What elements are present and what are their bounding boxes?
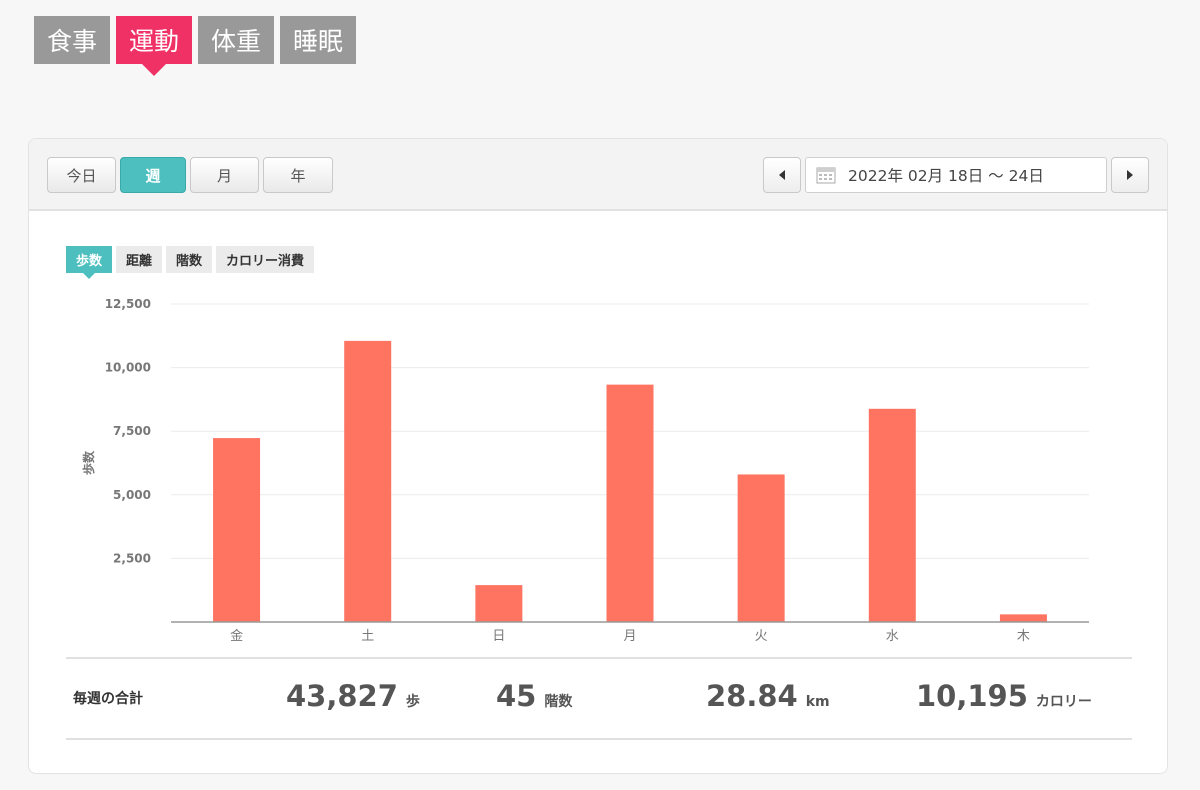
- period-today-button[interactable]: 今日: [47, 157, 116, 193]
- summary-calories-unit: カロリー: [1035, 694, 1092, 710]
- bar-5: [868, 408, 916, 622]
- tab-meal[interactable]: 食事: [34, 16, 111, 64]
- summary-distance-unit: km: [805, 694, 830, 710]
- date-range-picker[interactable]: 2022年 02月 18日 ～ 24日: [805, 157, 1107, 193]
- summary-floors-value: 45: [496, 679, 537, 713]
- summary-steps-value: 43,827: [286, 679, 398, 713]
- card-header: 今日 週 月 年 2022年 02月 18日 ～ 24日: [29, 139, 1167, 211]
- calendar-icon: [816, 167, 836, 184]
- x-tick-label: 土: [361, 629, 374, 644]
- metric-tabs: 歩数 距離 階数 カロリー消費: [66, 246, 315, 279]
- summary-floors: 45 階数: [496, 679, 572, 713]
- y-tick-label: 2,500: [113, 551, 151, 565]
- bar-1: [344, 340, 392, 622]
- y-tick-label: 12,500: [105, 297, 151, 311]
- bar-2: [475, 585, 523, 622]
- date-range-text: 2022年 02月 18日 ～ 24日: [848, 167, 1044, 185]
- previous-week-button[interactable]: [763, 157, 801, 193]
- summary-distance-value: 28.84: [706, 679, 798, 713]
- y-tick-label: 7,500: [113, 424, 151, 438]
- next-week-button[interactable]: [1111, 157, 1149, 193]
- tab-weight[interactable]: 体重: [198, 16, 275, 64]
- summary-calories: 10,195 カロリー: [916, 679, 1092, 713]
- summary-floors-unit: 階数: [544, 694, 573, 710]
- metric-floors-tab[interactable]: 階数: [166, 246, 213, 273]
- period-month-button[interactable]: 月: [190, 157, 259, 193]
- summary-steps: 43,827 歩: [286, 679, 420, 713]
- x-tick-label: 火: [755, 629, 768, 644]
- bar-0: [213, 438, 261, 622]
- metric-calories-tab[interactable]: カロリー消費: [216, 246, 315, 273]
- date-navigation: 2022年 02月 18日 ～ 24日: [763, 157, 1149, 193]
- tab-exercise[interactable]: 運動: [116, 16, 193, 76]
- x-tick-label: 水: [886, 629, 899, 644]
- x-tick-label: 日: [492, 629, 505, 644]
- summary-steps-unit: 歩: [405, 694, 420, 710]
- tab-sleep[interactable]: 睡眠: [280, 16, 357, 64]
- summary-distance: 28.84 km: [706, 679, 830, 713]
- y-tick-label: 10,000: [105, 361, 151, 375]
- arrow-right-icon: [1127, 170, 1133, 180]
- steps-bar-chart: 2,500 5,000 7,500 10,000 12,500 歩数金 土 日 月 火 水 木: [81, 297, 1089, 644]
- summary-calories-value: 10,195: [916, 679, 1028, 713]
- weekly-summary: 毎週の合計 43,827 歩 45 階数 28.84 km 10,195 カロリ…: [66, 657, 1132, 740]
- activity-card: 今日 週 月 年 2022年 02月 18日 ～ 24日 歩数 距離 階数 カロ…: [28, 138, 1168, 774]
- period-year-button[interactable]: 年: [263, 157, 333, 193]
- category-tabs: 食事 運動 体重 睡眠: [34, 16, 357, 76]
- y-axis-label: 歩数: [81, 450, 96, 475]
- x-tick-label: 木: [1017, 629, 1030, 644]
- x-tick-label: 金: [230, 628, 243, 644]
- period-week-button[interactable]: 週: [120, 157, 186, 193]
- y-tick-label: 5,000: [113, 488, 151, 502]
- arrow-left-icon: [779, 170, 785, 180]
- summary-label: 毎週の合計: [73, 691, 143, 707]
- metric-steps-tab[interactable]: 歩数: [66, 246, 113, 279]
- bar-6: [999, 614, 1047, 622]
- x-tick-label: 月: [623, 629, 636, 644]
- bar-4: [737, 474, 785, 622]
- metric-distance-tab[interactable]: 距離: [116, 246, 163, 273]
- bar-3: [606, 384, 654, 622]
- period-selector: 今日 週 月 年: [47, 157, 333, 193]
